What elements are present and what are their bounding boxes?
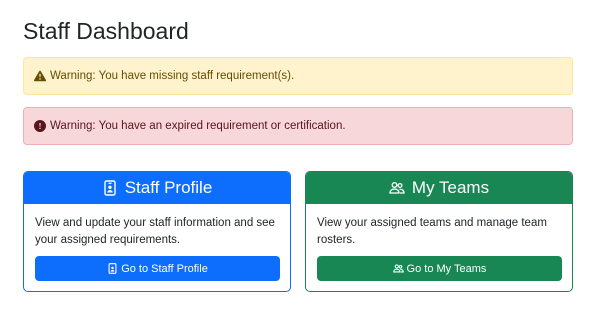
card-header: Staff Profile <box>24 172 290 204</box>
staff-profile-card: Staff Profile View and update your staff… <box>23 171 291 292</box>
page-title: Staff Dashboard <box>23 18 189 44</box>
card-description: View your assigned teams and manage team… <box>317 217 547 246</box>
go-to-staff-profile-button[interactable]: Go to Staff Profile <box>35 256 280 281</box>
people-icon <box>392 263 404 274</box>
alert-text: Warning: You have an expired requirement… <box>50 120 346 132</box>
button-label: Go to My Teams <box>406 262 487 275</box>
go-to-my-teams-button[interactable]: Go to My Teams <box>317 256 562 281</box>
card-description: View and update your staff information a… <box>35 217 275 246</box>
card-header: My Teams <box>306 172 572 204</box>
alert-text: Warning: You have missing staff requirem… <box>50 70 295 82</box>
person-badge-icon <box>107 263 118 274</box>
person-badge-icon <box>102 180 118 196</box>
warning-triangle-icon <box>34 70 46 82</box>
exclamation-circle-icon <box>34 120 46 132</box>
card-title: Staff Profile <box>124 178 213 197</box>
expired-requirement-alert: Warning: You have an expired requirement… <box>23 107 573 145</box>
missing-requirements-alert: Warning: You have missing staff requirem… <box>23 57 573 95</box>
button-label: Go to Staff Profile <box>121 262 208 275</box>
people-icon <box>389 180 405 196</box>
my-teams-card: My Teams View your assigned teams and ma… <box>305 171 573 292</box>
card-title: My Teams <box>411 178 490 197</box>
